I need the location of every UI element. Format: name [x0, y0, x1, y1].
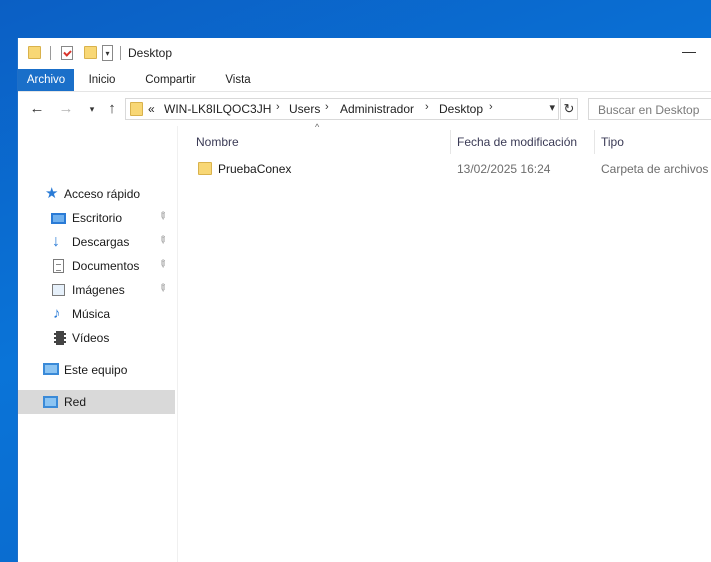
breadcrumb-separator[interactable]: ›	[489, 101, 493, 113]
sidebar-item-label: Música	[72, 307, 111, 321]
sidebar-item-label: Este equipo	[64, 363, 128, 377]
sidebar-item-este-equipo[interactable]: Este equipo	[18, 358, 175, 382]
tab-vista[interactable]: Vista	[216, 69, 260, 91]
minimize-button[interactable]: —	[674, 42, 704, 64]
tab-compartir[interactable]: Compartir	[138, 69, 203, 91]
pin-icon: ✎	[155, 233, 170, 248]
image-icon	[52, 284, 65, 296]
list-item[interactable]: PruebaConex 13/02/2025 16:24 Carpeta de …	[194, 158, 711, 180]
sidebar-item-escritorio[interactable]: Escritorio ✎	[18, 206, 175, 230]
download-icon: ↓	[52, 233, 60, 250]
address-row: ← → ▾ ↑ « WIN-LK8ILQOC3JH › Users › Admi…	[18, 92, 711, 126]
folder-icon	[130, 102, 143, 116]
document-icon	[53, 259, 64, 273]
search-input[interactable]: Buscar en Desktop	[588, 98, 711, 120]
pin-icon: ✎	[155, 281, 170, 296]
new-folder-icon[interactable]	[84, 46, 97, 59]
sidebar-item-documentos[interactable]: Documentos ✎	[18, 254, 175, 278]
sidebar-item-label: Vídeos	[72, 331, 110, 345]
column-divider[interactable]	[450, 130, 451, 154]
file-explorer-window: ▾ Desktop — Archivo Inicio Compartir Vis…	[17, 38, 711, 562]
sidebar-item-quick-access[interactable]: ★ Acceso rápido	[18, 182, 175, 206]
sidebar-item-descargas[interactable]: ↓ Descargas ✎	[18, 230, 175, 254]
sidebar-item-label: Acceso rápido	[64, 187, 141, 201]
pin-icon: ✎	[155, 209, 170, 224]
ribbon-tabs: Archivo Inicio Compartir Vista	[18, 69, 711, 92]
sidebar-item-label: Documentos	[72, 259, 140, 273]
back-button[interactable]: ←	[27, 99, 47, 119]
column-header-name[interactable]: Nombre	[196, 135, 239, 149]
navigation-pane: ★ Acceso rápido Escritorio ✎ ↓ Descargas…	[18, 126, 178, 562]
refresh-button[interactable]: ↻	[560, 98, 578, 120]
divider	[120, 46, 121, 60]
star-icon: ★	[45, 185, 59, 202]
title-bar: ▾ Desktop —	[18, 38, 711, 69]
network-icon	[43, 396, 58, 408]
file-modified-date: 13/02/2025 16:24	[457, 162, 551, 176]
sidebar-item-musica[interactable]: ♪ Música	[18, 302, 175, 326]
folder-icon	[28, 46, 41, 59]
pin-icon: ✎	[155, 257, 170, 272]
breadcrumb-administrador[interactable]: Administrador	[340, 102, 414, 116]
sidebar-item-label: Descargas	[72, 235, 130, 249]
sidebar-item-label: Red	[64, 395, 87, 409]
search-placeholder: Buscar en Desktop	[598, 103, 700, 117]
sidebar-item-red[interactable]: Red	[18, 390, 175, 414]
video-icon	[54, 331, 66, 345]
forward-button[interactable]: →	[56, 99, 76, 119]
breadcrumb-overflow[interactable]: «	[148, 102, 155, 116]
breadcrumb-separator[interactable]: ›	[325, 101, 329, 113]
breadcrumb-computer[interactable]: WIN-LK8ILQOC3JH	[164, 102, 271, 116]
tab-archivo[interactable]: Archivo	[18, 69, 74, 91]
address-bar[interactable]: « WIN-LK8ILQOC3JH › Users › Administrado…	[125, 98, 559, 120]
computer-icon	[43, 363, 59, 375]
customize-quick-access-dropdown[interactable]: ▾	[102, 45, 113, 61]
sidebar-item-videos[interactable]: Vídeos	[18, 326, 175, 350]
sidebar-item-label: Imágenes	[72, 283, 125, 297]
folder-icon	[198, 162, 212, 175]
breadcrumb-separator[interactable]: ›	[276, 101, 280, 113]
sidebar-item-imagenes[interactable]: Imágenes ✎	[18, 278, 175, 302]
sidebar-item-label: Escritorio	[72, 211, 123, 225]
recent-locations-dropdown[interactable]: ▾	[82, 99, 102, 119]
file-type: Carpeta de archivos	[601, 162, 709, 176]
up-button[interactable]: ↑	[102, 99, 122, 119]
divider	[50, 46, 51, 60]
properties-icon[interactable]	[61, 46, 73, 60]
window-title: Desktop	[128, 46, 173, 60]
desktop-icon	[51, 213, 66, 224]
column-header-type[interactable]: Tipo	[601, 135, 624, 149]
column-header-date[interactable]: Fecha de modificación	[457, 135, 577, 149]
sort-ascending-icon: ^	[315, 122, 320, 132]
music-icon: ♪	[53, 305, 61, 322]
file-name: PruebaConex	[218, 162, 292, 176]
chevron-down-icon[interactable]: ▾	[549, 101, 555, 114]
breadcrumb-separator[interactable]: ›	[425, 101, 429, 113]
tab-inicio[interactable]: Inicio	[79, 69, 125, 91]
column-divider[interactable]	[594, 130, 595, 154]
file-list: ^ Nombre Fecha de modificación Tipo Prue…	[178, 122, 711, 562]
breadcrumb-users[interactable]: Users	[289, 102, 320, 116]
breadcrumb-desktop[interactable]: Desktop	[439, 102, 483, 116]
